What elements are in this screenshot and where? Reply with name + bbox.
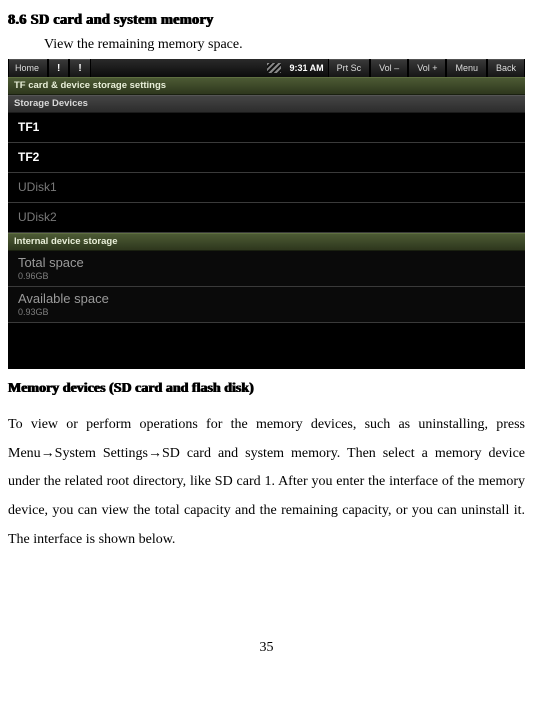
exclamation-icon: !: [78, 63, 81, 74]
section-number: 8.6: [8, 12, 27, 28]
statusbar-spacer: [91, 59, 268, 77]
available-space-value: 0.93GB: [18, 307, 515, 317]
empty-area: [8, 323, 525, 369]
section-title: SD card and system memory: [31, 12, 214, 28]
status-icons: [267, 59, 285, 77]
intro-line: View the remaining memory space.: [44, 37, 525, 53]
signal-icon: [267, 63, 281, 73]
status-bar: Home ! ! 9:31 AM Prt Sc Vol – Vol + Menu…: [8, 59, 525, 77]
page-number: 35: [8, 640, 525, 656]
total-space-row[interactable]: Total space 0.96GB: [8, 251, 525, 287]
device-row-tf2[interactable]: TF2: [8, 143, 525, 173]
device-row-udisk1: UDisk1: [8, 173, 525, 203]
prtsc-button[interactable]: Prt Sc: [328, 59, 371, 77]
volume-up-button[interactable]: Vol +: [408, 59, 446, 77]
available-space-label: Available space: [18, 291, 515, 306]
section-heading: 8.6 SD card and system memory: [8, 12, 525, 29]
storage-devices-header: Storage Devices: [8, 95, 525, 113]
notification-icon-1[interactable]: !: [48, 59, 69, 77]
home-button[interactable]: Home: [8, 59, 48, 77]
menu-button[interactable]: Menu: [446, 59, 487, 77]
body-paragraph: To view or perform operations for the me…: [8, 411, 525, 554]
total-space-label: Total space: [18, 255, 515, 270]
available-space-row[interactable]: Available space 0.93GB: [8, 287, 525, 323]
device-screenshot: Home ! ! 9:31 AM Prt Sc Vol – Vol + Menu…: [8, 59, 525, 369]
notification-icon-2[interactable]: !: [69, 59, 90, 77]
device-row-udisk2: UDisk2: [8, 203, 525, 233]
internal-storage-header: Internal device storage: [8, 233, 525, 251]
device-row-tf1[interactable]: TF1: [8, 113, 525, 143]
total-space-value: 0.96GB: [18, 271, 515, 281]
back-button[interactable]: Back: [487, 59, 525, 77]
subheading: Memory devices (SD card and flash disk): [8, 381, 525, 397]
clock-label: 9:31 AM: [285, 59, 327, 77]
settings-title-bar: TF card & device storage settings: [8, 77, 525, 95]
exclamation-icon: !: [57, 63, 60, 74]
volume-down-button[interactable]: Vol –: [370, 59, 408, 77]
